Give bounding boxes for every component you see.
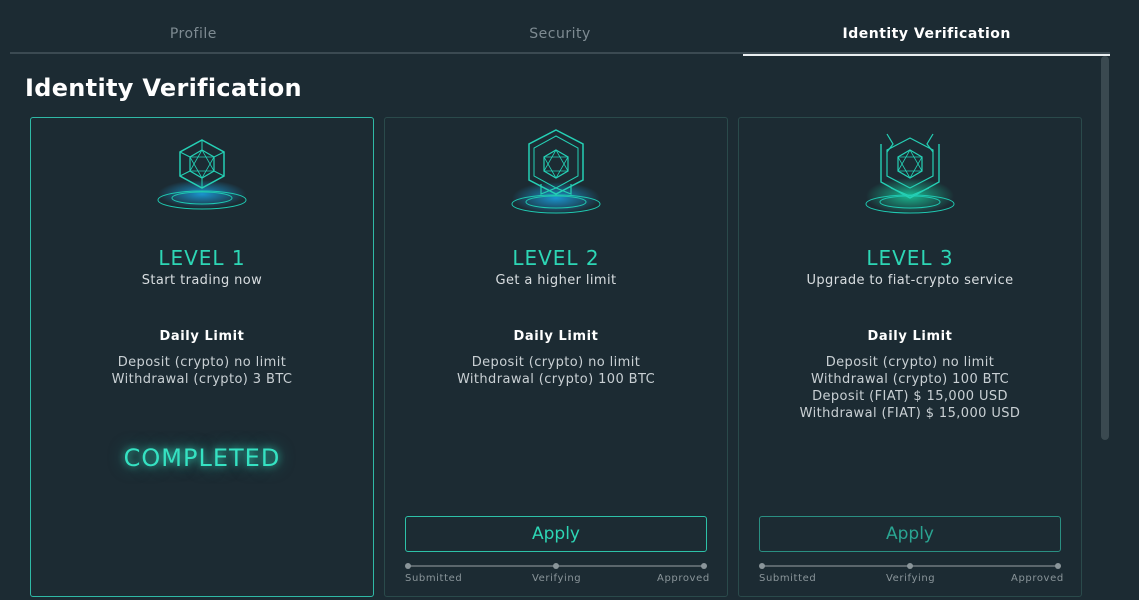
limit-item: Deposit (crypto) no limit	[825, 355, 995, 370]
limit-item: Deposit (crypto) no limit	[471, 355, 641, 370]
progress-dot	[759, 563, 765, 569]
progress-dot	[907, 563, 913, 569]
limit-list: Deposit (crypto) no limit Withdrawal (cr…	[385, 354, 727, 388]
level-title: LEVEL 1	[158, 246, 246, 270]
verification-progress	[405, 563, 707, 569]
hexagon-badge-icon	[501, 126, 611, 226]
limit-item: Withdrawal (crypto) 100 BTC	[810, 372, 1010, 387]
limit-item: Deposit (FIAT) $ 15,000 USD	[812, 389, 1008, 404]
level-3-card: LEVEL 3 Upgrade to fiat-crypto service D…	[738, 117, 1082, 597]
step-submitted: Submitted	[759, 573, 817, 584]
progress-dot	[701, 563, 707, 569]
limit-item: Withdrawal (crypto) 3 BTC	[111, 372, 293, 387]
progress-dot	[1055, 563, 1061, 569]
verification-progress	[759, 563, 1061, 569]
step-approved: Approved	[1011, 573, 1064, 584]
apply-button[interactable]: Apply	[759, 516, 1061, 552]
daily-limit-heading: Daily Limit	[159, 329, 245, 344]
step-submitted: Submitted	[405, 573, 463, 584]
step-verifying: Verifying	[532, 573, 582, 584]
tab-profile[interactable]: Profile	[10, 0, 377, 54]
level-1-card: LEVEL 1 Start trading now Daily Limit De…	[30, 117, 374, 597]
apply-button[interactable]: Apply	[405, 516, 707, 552]
level-subtitle: Upgrade to fiat-crypto service	[806, 273, 1014, 288]
page-title: Identity Verification	[25, 74, 302, 102]
level-title: LEVEL 3	[866, 246, 954, 270]
tab-identity-verification[interactable]: Identity Verification	[743, 0, 1110, 56]
step-verifying: Verifying	[886, 573, 936, 584]
limit-item: Withdrawal (FIAT) $ 15,000 USD	[799, 406, 1021, 421]
tab-security[interactable]: Security	[377, 0, 744, 54]
step-approved: Approved	[657, 573, 710, 584]
scrollbar[interactable]	[1101, 56, 1109, 440]
daily-limit-heading: Daily Limit	[513, 329, 599, 344]
crown-shield-icon	[855, 126, 965, 226]
completed-status: COMPLETED	[123, 444, 281, 472]
limit-item: Withdrawal (crypto) 100 BTC	[456, 372, 656, 387]
tab-bar: Profile Security Identity Verification	[10, 0, 1110, 56]
limit-item: Deposit (crypto) no limit	[117, 355, 287, 370]
level-subtitle: Get a higher limit	[495, 273, 617, 288]
limit-list: Deposit (crypto) no limit Withdrawal (cr…	[31, 354, 373, 388]
progress-dot	[553, 563, 559, 569]
level-title: LEVEL 2	[512, 246, 600, 270]
daily-limit-heading: Daily Limit	[867, 329, 953, 344]
level-2-card: LEVEL 2 Get a higher limit Daily Limit D…	[384, 117, 728, 597]
progress-dot	[405, 563, 411, 569]
limit-list: Deposit (crypto) no limit Withdrawal (cr…	[739, 354, 1081, 422]
level-subtitle: Start trading now	[141, 273, 263, 288]
hexagon-gem-icon	[147, 126, 257, 226]
